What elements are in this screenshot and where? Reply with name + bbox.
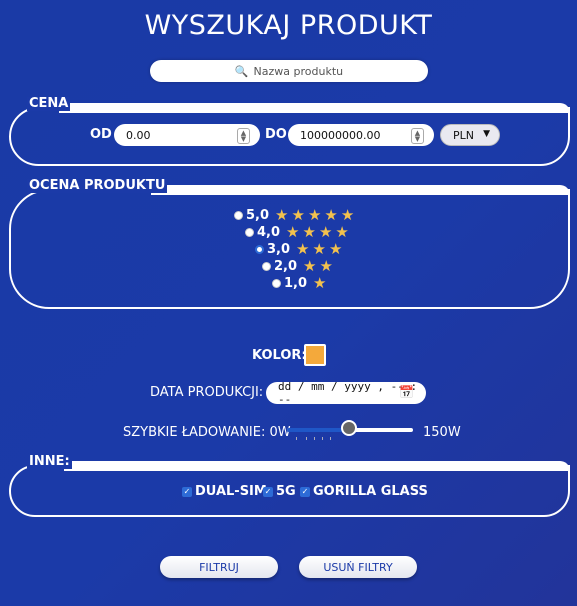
checkmark-icon[interactable]: ✓ <box>182 486 192 497</box>
clear-filters-button[interactable]: USUŃ FILTRY <box>299 556 417 578</box>
checkmark-icon[interactable]: ✓ <box>300 486 310 497</box>
search-placeholder: Nazwa produktu <box>253 64 344 78</box>
other-legend: INNE: <box>27 454 72 469</box>
chevron-down-icon: ▼ <box>483 129 490 139</box>
price-to-label: DO <box>265 127 287 142</box>
rating-legend: OCENA PRODUKTU <box>27 178 168 193</box>
star-icon: ★ <box>328 240 343 258</box>
production-date-input[interactable]: dd / mm / yyyy , -- : -- 📅 <box>266 380 426 406</box>
checkbox-dual-sim[interactable]: ✓ DUAL-SIM <box>182 484 267 499</box>
filter-button[interactable]: FILTRUJ <box>160 556 278 578</box>
color-label: KOLOR: <box>252 348 307 363</box>
star-icon: ★ <box>312 240 326 258</box>
star-icon: ★ <box>307 206 322 224</box>
color-picker[interactable] <box>304 344 326 366</box>
star-icon: ★ <box>319 257 333 275</box>
rating-option[interactable]: 2,0 ★ ★ <box>262 258 333 275</box>
star-icon: ★ <box>286 223 300 241</box>
checkbox-5g[interactable]: ✓ 5G <box>263 484 296 499</box>
date-label: DATA PRODUKCJI: <box>150 385 264 400</box>
star-icon: ★ <box>313 274 327 292</box>
price-from-label: OD <box>90 127 112 142</box>
radio-button[interactable] <box>272 279 281 288</box>
currency-value: PLN <box>453 128 474 142</box>
radio-button[interactable] <box>262 262 271 271</box>
price-to-value: 100000000.00 <box>300 128 381 142</box>
star-icon: ★ <box>291 206 305 224</box>
charging-max-label: 150W <box>423 425 461 440</box>
page-title: WYSZUKAJ PRODUKT <box>144 10 433 41</box>
star-icon: ★ <box>318 223 333 241</box>
checkbox-label: GORILLA GLASS <box>313 484 428 499</box>
checkbox-label: 5G <box>276 484 296 499</box>
rating-label: 3,0 <box>267 242 291 257</box>
fieldset-border-bar <box>59 103 570 113</box>
search-icon: 🔍 <box>234 64 249 78</box>
star-icon: ★ <box>340 206 355 224</box>
price-from-value: 0.00 <box>126 128 151 142</box>
star-icon: ★ <box>275 206 289 224</box>
fieldset-border-bar <box>151 185 570 195</box>
checkmark-icon[interactable]: ✓ <box>263 486 273 497</box>
price-from-input[interactable]: 0.00 ▲ ▼ <box>114 124 260 146</box>
rating-label: 1,0 <box>284 276 308 291</box>
rating-option[interactable]: 3,0 ★ ★ ★ <box>255 241 342 258</box>
rating-option[interactable]: 4,0 ★ ★ ★ ★ <box>245 224 349 241</box>
charging-label: SZYBKIE ŁADOWANIE: 0W <box>123 425 291 440</box>
fieldset-border-bar <box>64 461 570 471</box>
star-icon: ★ <box>324 206 338 224</box>
charging-slider-thumb[interactable] <box>341 420 357 436</box>
slider-ticks <box>296 437 406 442</box>
rating-label: 4,0 <box>257 225 281 240</box>
star-icon: ★ <box>335 223 349 241</box>
star-icon: ★ <box>302 223 316 241</box>
checkbox-gorilla-glass[interactable]: ✓ GORILLA GLASS <box>300 484 428 499</box>
stepper-icon[interactable]: ▲ ▼ <box>237 128 250 144</box>
checkbox-label: DUAL-SIM <box>195 484 267 499</box>
rating-label: 2,0 <box>274 259 298 274</box>
radio-button[interactable] <box>255 245 264 254</box>
star-icon: ★ <box>303 257 317 275</box>
radio-button[interactable] <box>245 228 254 237</box>
rating-option[interactable]: 5,0 ★ ★ ★ ★ ★ <box>234 207 354 224</box>
price-legend: CENA <box>27 96 71 111</box>
radio-button[interactable] <box>234 211 243 220</box>
price-to-input[interactable]: 100000000.00 ▲ ▼ <box>288 124 434 146</box>
rating-label: 5,0 <box>246 208 270 223</box>
rating-option[interactable]: 1,0 ★ <box>272 275 326 292</box>
star-icon: ★ <box>296 240 310 258</box>
stepper-icon[interactable]: ▲ ▼ <box>411 128 424 144</box>
calendar-icon[interactable]: 📅 <box>399 385 414 399</box>
currency-select[interactable]: PLN ▼ <box>440 124 500 146</box>
search-input[interactable]: 🔍 Nazwa produktu <box>150 60 428 82</box>
